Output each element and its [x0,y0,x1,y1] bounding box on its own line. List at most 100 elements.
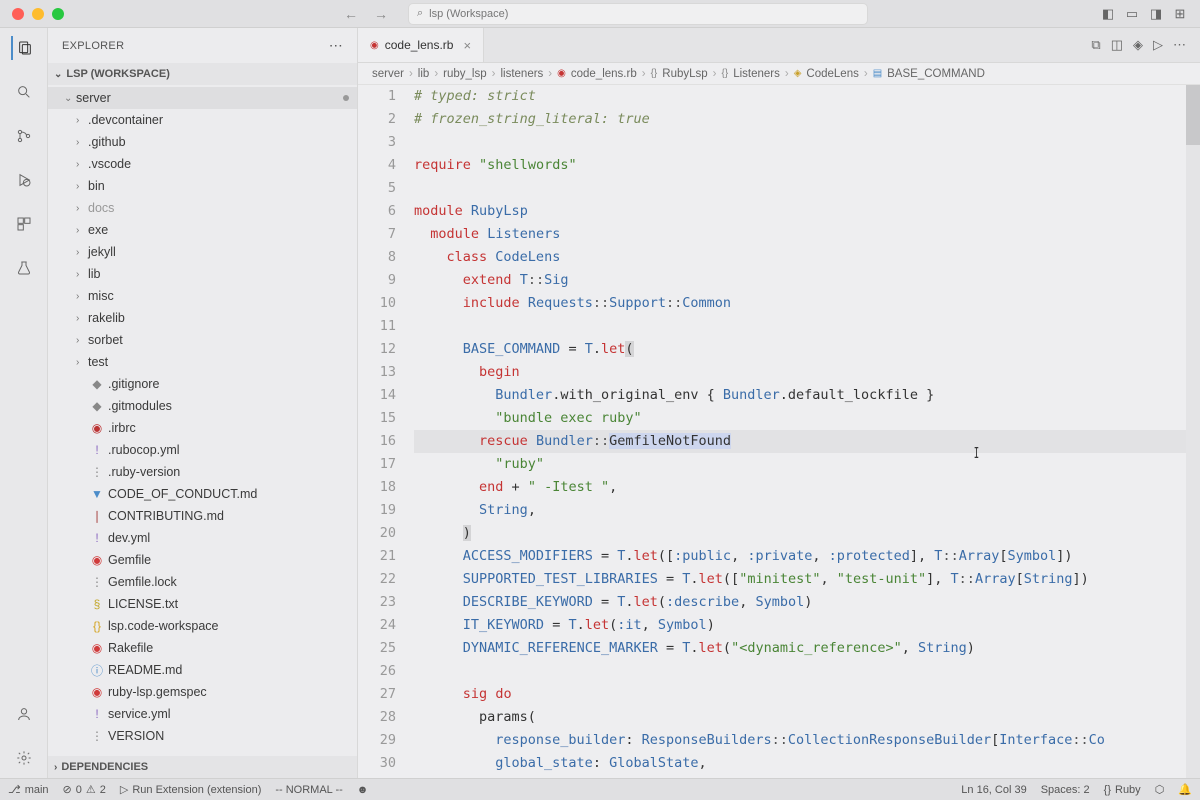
file-item[interactable]: {}lsp.code-workspace [48,615,357,637]
activity-settings-icon[interactable] [12,746,36,770]
compare-changes-icon[interactable]: ⧉ [1091,37,1100,53]
folder-server[interactable]: ⌄ server [48,87,357,109]
command-center-search[interactable]: ⌕ lsp (Workspace) [408,3,868,25]
file-item[interactable]: §LICENSE.txt [48,593,357,615]
status-language[interactable]: {} Ruby [1104,784,1141,796]
run-ext-label: Run Extension (extension) [132,784,261,796]
minimap-thumb[interactable] [1186,85,1200,145]
file-label: service.yml [108,707,171,721]
activity-run-debug-icon[interactable] [12,168,36,192]
file-item[interactable]: !.rubocop.yml [48,439,357,461]
window-close-button[interactable] [12,8,24,20]
layout-panel-icon[interactable]: ▭ [1124,6,1140,22]
file-item[interactable]: ◉Rakefile [48,637,357,659]
file-item[interactable]: ◆.gitmodules [48,395,357,417]
status-run-extension[interactable]: ▷Run Extension (extension) [120,783,261,796]
warning-count: 2 [100,784,106,796]
window-maximize-button[interactable] [52,8,64,20]
bc-server[interactable]: server [372,68,404,80]
workspace-section-header[interactable]: ⌄ LSP (WORKSPACE) [48,63,357,85]
folder-item[interactable]: ›.github [48,131,357,153]
status-problems[interactable]: ⊘0 ⚠2 [63,783,106,796]
layout-sidebar-left-icon[interactable]: ◧ [1100,6,1116,22]
code-editor[interactable]: 1234567891011121314151617181920212223242… [358,85,1200,778]
bc-codelens[interactable]: CodeLens [806,68,858,80]
run-icon-alt[interactable]: ◈ [1133,37,1143,53]
activity-scm-icon[interactable] [12,124,36,148]
close-tab-button[interactable]: × [463,38,471,53]
folder-item[interactable]: ›jekyll [48,241,357,263]
dependencies-section-header[interactable]: › DEPENDENCIES [48,756,357,778]
file-item[interactable]: ◉ruby-lsp.gemspec [48,681,357,703]
folder-item[interactable]: ›lib [48,263,357,285]
activity-accounts-icon[interactable] [12,702,36,726]
folder-item[interactable]: ›exe [48,219,357,241]
folder-item[interactable]: ›bin [48,175,357,197]
file-label: CONTRIBUTING.md [108,509,224,523]
file-item[interactable]: !service.yml [48,703,357,725]
status-feedback-icon[interactable]: ☻ [357,784,369,796]
activity-extensions-icon[interactable] [12,212,36,236]
folder-item[interactable]: ›sorbet [48,329,357,351]
folder-item[interactable]: ›rakelib [48,307,357,329]
folder-item[interactable]: ›.vscode [48,153,357,175]
search-icon: ⌕ [417,7,423,20]
file-item[interactable]: ◉Gemfile [48,549,357,571]
breadcrumbs[interactable]: server› lib› ruby_lsp› listeners› ◉ code… [358,63,1200,85]
nav-forward-button[interactable]: → [374,6,388,22]
file-item[interactable]: ▼CODE_OF_CONDUCT.md [48,483,357,505]
folder-item[interactable]: ›misc [48,285,357,307]
file-tree: ⌄ server ›.devcontainer›.github›.vscode›… [48,85,357,756]
window-minimize-button[interactable] [32,8,44,20]
minimap[interactable] [1186,85,1200,778]
layout-sidebar-right-icon[interactable]: ◨ [1148,6,1164,22]
status-line-col[interactable]: Ln 16, Col 39 [961,784,1026,796]
status-spaces[interactable]: Spaces: 2 [1041,784,1090,796]
bc-listeners-mod[interactable]: Listeners [733,68,780,80]
module-icon: {} [722,68,729,79]
activity-testing-icon[interactable] [12,256,36,280]
branch-icon: ⎇ [8,783,21,796]
workspace-section-label: LSP (WORKSPACE) [66,68,170,80]
bc-file[interactable]: code_lens.rb [571,68,637,80]
status-prettier-icon[interactable]: ⬡ [1155,783,1165,796]
bc-listeners[interactable]: listeners [500,68,543,80]
folder-label: exe [88,223,108,237]
bc-ruby-lsp[interactable]: ruby_lsp [443,68,486,80]
file-item[interactable]: ⋮.ruby-version [48,461,357,483]
file-item[interactable]: ◉.irbrc [48,417,357,439]
file-item[interactable]: ◆.gitignore [48,373,357,395]
file-type-icon: ◉ [88,553,106,567]
chevron-right-icon: › [76,225,88,236]
activity-search-icon[interactable] [12,80,36,104]
folder-item[interactable]: ›test [48,351,357,373]
file-item[interactable]: ⓘREADME.md [48,659,357,681]
file-label: .gitignore [108,377,159,391]
status-branch[interactable]: ⎇main [8,783,49,796]
status-notifications-icon[interactable]: 🔔 [1178,783,1192,796]
layout-customize-icon[interactable]: ⊞ [1172,6,1188,22]
chevron-right-icon: › [76,203,88,214]
file-type-icon: ◆ [88,377,106,391]
file-item[interactable]: !dev.yml [48,527,357,549]
bc-rubylsp[interactable]: RubyLsp [662,68,707,80]
bc-basecommand[interactable]: BASE_COMMAND [887,68,985,80]
file-label: LICENSE.txt [108,597,178,611]
error-icon: ⊘ [63,783,72,796]
nav-back-button[interactable]: ← [344,6,358,22]
split-editor-icon[interactable]: ◫ [1111,37,1123,53]
folder-item[interactable]: ›docs [48,197,357,219]
editor-more-icon[interactable]: ⋯ [1173,37,1186,53]
file-type-icon: ! [88,443,106,457]
bc-lib[interactable]: lib [418,68,430,80]
file-item[interactable]: ⋮VERSION [48,725,357,747]
sidebar-more-icon[interactable]: ⋯ [329,37,343,54]
code-content[interactable]: # typed: strict# frozen_string_literal: … [414,85,1200,778]
file-type-icon: ⋮ [88,729,106,743]
run-file-icon[interactable]: ▷ [1153,37,1163,53]
file-item[interactable]: ⋮Gemfile.lock [48,571,357,593]
tab-code-lens[interactable]: ◉ code_lens.rb × [358,28,484,62]
activity-explorer-icon[interactable] [11,36,35,60]
file-item[interactable]: ❘CONTRIBUTING.md [48,505,357,527]
folder-item[interactable]: ›.devcontainer [48,109,357,131]
